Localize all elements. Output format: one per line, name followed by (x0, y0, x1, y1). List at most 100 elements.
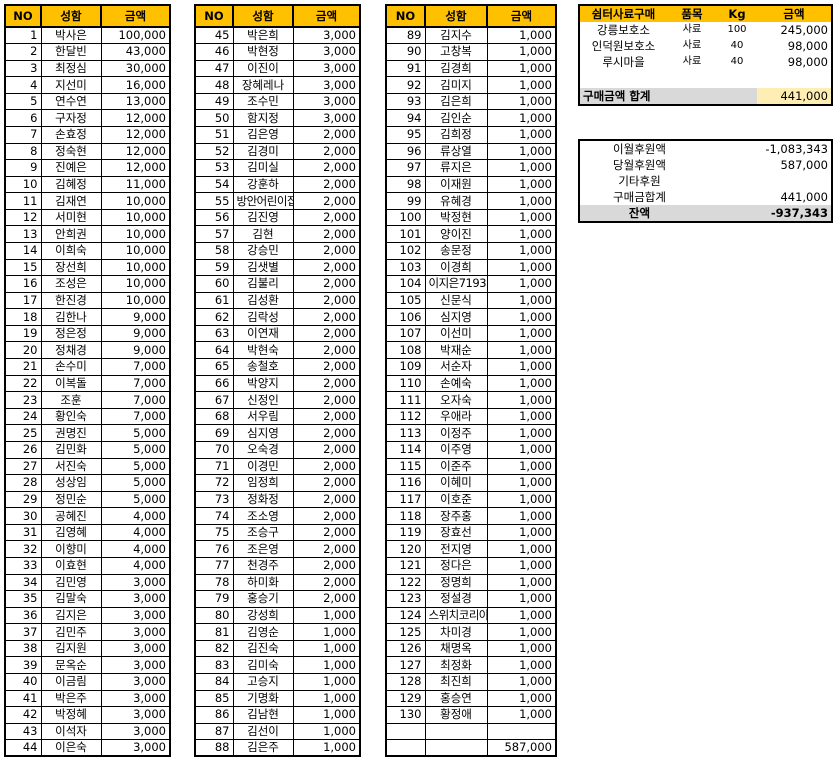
donor-name: 전지영 (424, 540, 488, 558)
donor-name (424, 739, 488, 758)
donor-amount: 2,000 (292, 242, 361, 260)
table-row: 68 서우림 2,000 (194, 408, 361, 426)
donor-name (424, 723, 488, 741)
table-row: 65 송철호 2,000 (194, 358, 361, 376)
donor-name: 정명희 (424, 574, 488, 592)
table-row: 37 김민주 3,000 (4, 623, 171, 641)
row-number: 109 (385, 358, 426, 376)
row-number: 67 (194, 391, 234, 409)
row-number: 100 (385, 209, 426, 227)
purchase-item: 사료 (682, 56, 702, 67)
donor-name: 이향미 (40, 540, 102, 558)
donor-amount: 1,000 (486, 109, 557, 127)
purchase-row: 인덕원보호소 사료 40 98,000 (579, 38, 832, 54)
purchase-shelter: 인덕원보호소 (591, 39, 656, 53)
donor-amount: 1,000 (486, 225, 557, 244)
donor-name: 이금림 (40, 673, 102, 691)
row-number: 20 (4, 341, 42, 360)
header-no: NO (385, 4, 426, 28)
donor-amount: 1,000 (486, 126, 557, 144)
donor-name: 이경민 (232, 458, 294, 476)
table-row: 39 문옥순 3,000 (4, 656, 171, 675)
table-row: 38 김지원 3,000 (4, 640, 171, 658)
donor-table-3: NO 성함 금액 89 김지수 1,000 90 고창복 1,000 91 김경희 1,000 92 김미… (385, 4, 557, 758)
donor-amount: 43,000 (100, 43, 171, 61)
purchase-row: 루시마을 사료 40 98,000 (579, 54, 832, 70)
row-number: 17 (4, 292, 42, 310)
table-row: 69 심지영 2,000 (194, 424, 361, 442)
donor-name: 류지은 (424, 159, 488, 177)
donor-amount: 3,000 (100, 574, 171, 592)
donor-name: 이희숙 (40, 242, 102, 260)
donor-amount: 1,000 (486, 375, 557, 393)
row-number: 99 (385, 192, 426, 210)
row-number: 18 (4, 308, 42, 326)
donor-name: 양이진 (424, 225, 488, 244)
row-number: 80 (194, 607, 234, 625)
donor-name: 최정화 (424, 656, 488, 675)
row-number: 60 (194, 275, 234, 293)
row-number: 28 (4, 474, 42, 492)
donor-name: 서순자 (424, 358, 488, 376)
donor-amount: 9,000 (100, 325, 171, 343)
row-number: 102 (385, 242, 426, 260)
donor-name: 공혜진 (40, 507, 102, 525)
donor-amount: 12,000 (100, 109, 171, 127)
table-row: 97 류지은 1,000 (385, 159, 557, 177)
donor-amount: 1,000 (486, 408, 557, 426)
donor-name: 한달빈 (40, 43, 102, 61)
donor-amount: 7,000 (100, 375, 171, 393)
table-row: 7 손효정 12,000 (4, 126, 171, 144)
table-row: 41 박은주 3,000 (4, 690, 171, 708)
donor-name: 지선미 (40, 76, 102, 94)
donor-amount: 3,000 (100, 640, 171, 658)
donor-name: 김인순 (424, 109, 488, 127)
donor-amount: 3,000 (100, 607, 171, 625)
donor-amount: 1,000 (486, 557, 557, 575)
donor-amount: 4,000 (100, 557, 171, 575)
donor-name: 이경희 (424, 259, 488, 277)
table-row: 88 김은주 1,000 (194, 739, 361, 758)
row-number: 39 (4, 656, 42, 675)
row-number: 91 (385, 60, 426, 78)
table-row: 5 연수연 13,000 (4, 93, 171, 111)
table-row: 104 이지은7193 1,000 (385, 275, 557, 293)
donor-amount: 1,000 (486, 209, 557, 227)
donor-amount: 2,000 (292, 574, 361, 592)
donor-name: 이연재 (232, 325, 294, 343)
donor-amount: 2,000 (292, 325, 361, 343)
row-number: 96 (385, 143, 426, 161)
donor-amount: 1,000 (292, 706, 361, 724)
row-number: 62 (194, 308, 234, 326)
donor-amount: 2,000 (292, 408, 361, 426)
donor-name: 박양지 (232, 375, 294, 393)
donor-name: 한진경 (40, 292, 102, 310)
row-number: 106 (385, 308, 426, 326)
table-row: 1 박사은 100,000 (4, 27, 171, 45)
purchase-header-title: 쉼터사료구매 (591, 7, 656, 21)
donor-amount: 2,000 (292, 275, 361, 293)
row-number: 55 (194, 192, 234, 210)
donor-amount: 2,000 (292, 292, 361, 310)
donor-name: 이정주 (424, 424, 488, 442)
row-number: 35 (4, 590, 42, 608)
donor-name: 장효선 (424, 524, 488, 542)
table-row: 47 이진이 3,000 (194, 60, 361, 78)
donor-name: 김지원 (40, 640, 102, 658)
header-name: 성함 (424, 4, 488, 28)
table-row: 130 황정애 1,000 (385, 706, 557, 724)
row-number: 38 (4, 640, 42, 658)
table-header-row: NO 성함 금액 (194, 4, 361, 28)
donor-name: 김미실 (232, 159, 294, 177)
table-row: 122 정명희 1,000 (385, 574, 557, 592)
donor-amount: 10,000 (100, 275, 171, 293)
table-row: 112 우애라 1,000 (385, 408, 557, 426)
donor-amount: 2,000 (292, 358, 361, 376)
donor-amount: 2,000 (292, 557, 361, 575)
header-amount: 금액 (486, 4, 557, 28)
row-number: 22 (4, 375, 42, 393)
donor-amount: 1,000 (486, 176, 557, 194)
table-row: 51 김은영 2,000 (194, 126, 361, 144)
donor-name: 박재순 (424, 341, 488, 360)
table-row: 18 김한나 9,000 (4, 308, 171, 326)
